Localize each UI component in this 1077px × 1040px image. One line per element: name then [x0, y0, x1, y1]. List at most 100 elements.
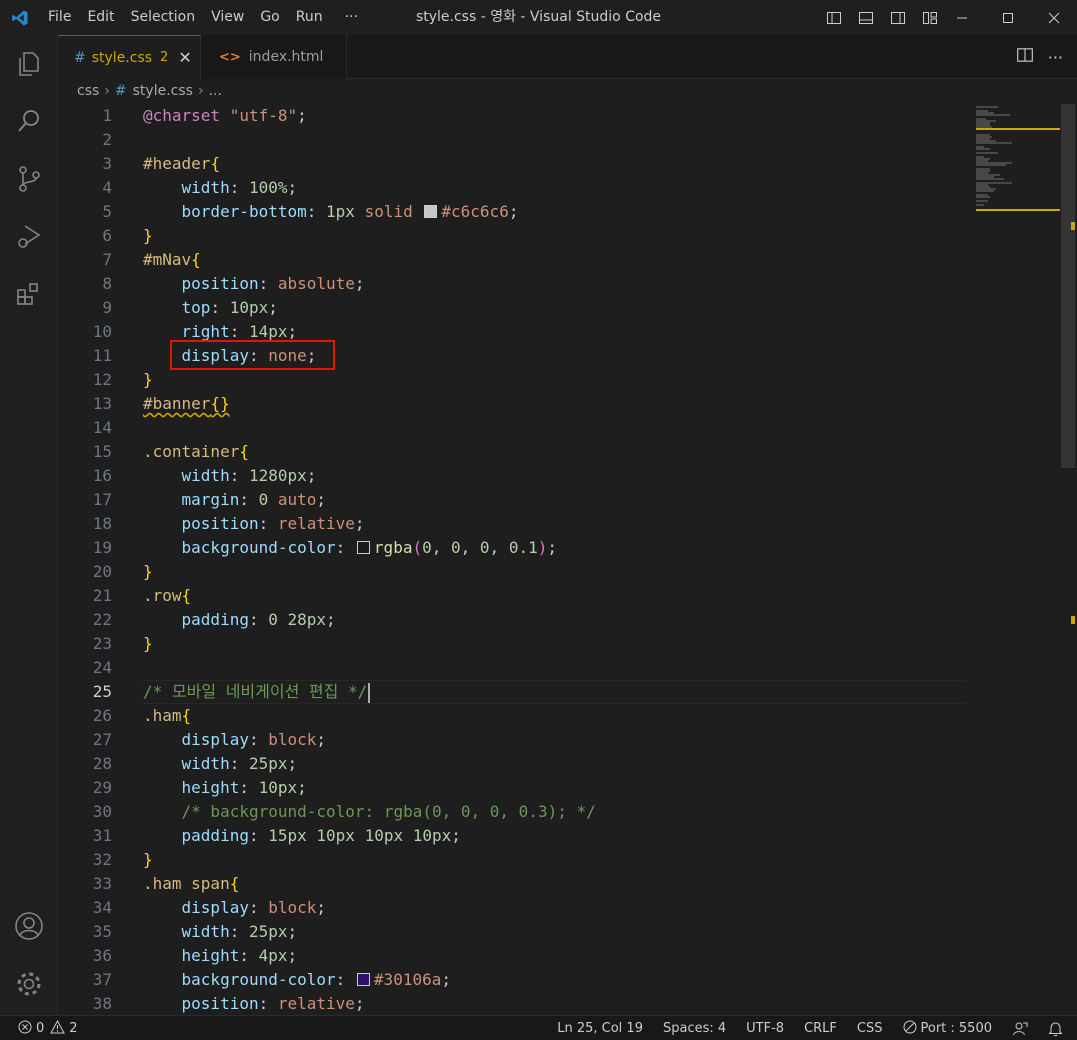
accounts-feedback-icon[interactable] — [1002, 1021, 1038, 1037]
code-line: 6} — [58, 224, 968, 248]
color-swatch[interactable] — [356, 540, 370, 554]
split-editor-icon[interactable] — [1016, 46, 1034, 68]
maximize-icon[interactable] — [985, 0, 1031, 35]
menu-run[interactable]: Run — [288, 0, 331, 35]
search-icon[interactable] — [0, 96, 58, 146]
live-server-port[interactable]: Port : 5500 — [893, 1020, 1003, 1038]
chevron-right-icon: › — [104, 83, 110, 99]
run-debug-icon[interactable] — [0, 211, 58, 261]
menu-view[interactable]: View — [203, 0, 252, 35]
menu-file[interactable]: File — [40, 0, 79, 35]
line-number: 3 — [102, 154, 112, 173]
line-number: 36 — [92, 946, 112, 965]
line-number: 32 — [92, 850, 112, 869]
code-line: 4 width: 100%; — [58, 176, 968, 200]
manage-gear-icon[interactable] — [0, 959, 58, 1009]
problems-indicator[interactable]: 0 2 — [18, 1016, 78, 1040]
code-line: 9 top: 10px; — [58, 296, 968, 320]
notifications-bell-icon[interactable] — [1038, 1021, 1077, 1037]
tab-style-css[interactable]: # style.css 2 ✕ — [58, 35, 201, 79]
code-line-current: 25 /* 모바일 네비게이션 편집 */ — [58, 680, 968, 704]
color-swatch[interactable] — [424, 204, 438, 218]
menu-more[interactable]: ··· — [331, 0, 366, 35]
activity-bar — [0, 35, 58, 1015]
accounts-icon[interactable] — [0, 901, 58, 951]
line-number: 16 — [92, 466, 112, 485]
scrollbar-thumb[interactable] — [1061, 104, 1075, 468]
line-number: 8 — [102, 274, 112, 293]
line-number: 38 — [92, 994, 112, 1013]
circle-slash-icon — [903, 1020, 917, 1038]
toggle-panel-icon[interactable] — [850, 10, 882, 26]
encoding[interactable]: UTF-8 — [736, 1021, 794, 1036]
line-number: 4 — [102, 178, 112, 197]
menu-selection[interactable]: Selection — [123, 0, 204, 35]
menu-edit[interactable]: Edit — [79, 0, 122, 35]
line-number: 33 — [92, 874, 112, 893]
line-number: 11 — [92, 346, 112, 365]
status-right: Ln 25, Col 19 Spaces: 4 UTF-8 CRLF CSS P… — [547, 1016, 1077, 1040]
chevron-right-icon: › — [197, 83, 204, 99]
code-line: 7 #mNav{ — [58, 248, 968, 272]
code-line: 14 — [58, 416, 968, 440]
line-number: 30 — [92, 802, 112, 821]
code-editor[interactable]: 1 @charset "utf-8"; 2 3 #header{ 4 width: … — [58, 104, 1077, 1015]
line-number: 20 — [92, 562, 112, 581]
code-line: 29 height: 10px; — [58, 776, 968, 800]
editor-tabs: # style.css 2 ✕ <> index.html ··· — [58, 35, 1077, 79]
line-number: 37 — [92, 970, 112, 989]
code-line: 34 display: block; — [58, 896, 968, 920]
close-window-icon[interactable] — [1031, 0, 1077, 35]
line-number: 7 — [102, 250, 112, 269]
minimap[interactable] — [970, 104, 1060, 224]
code-line: 22 padding: 0 28px; — [58, 608, 968, 632]
code-line: 31 padding: 15px 10px 10px 10px; — [58, 824, 968, 848]
code-line: 3 #header{ — [58, 152, 968, 176]
code-line: 13 #banner{} — [58, 392, 968, 416]
tab-label: style.css — [91, 49, 153, 66]
line-number: 31 — [92, 826, 112, 845]
comment-text: /* 모바일 네비게이션 편집 */ — [143, 682, 368, 701]
css-hash-icon: # — [74, 49, 86, 66]
more-actions-icon[interactable]: ··· — [1048, 48, 1063, 67]
breadcrumb-folder[interactable]: css — [77, 83, 99, 99]
code-line: 17 margin: 0 auto; — [58, 488, 968, 512]
code-line: 30 /* background-color: rgba(0, 0, 0, 0.… — [58, 800, 968, 824]
window-controls — [939, 0, 1077, 35]
extensions-icon[interactable] — [0, 269, 58, 319]
line-number: 23 — [92, 634, 112, 653]
line-number: 29 — [92, 778, 112, 797]
toggle-secondary-sidebar-icon[interactable] — [882, 10, 914, 26]
toggle-primary-sidebar-icon[interactable] — [818, 10, 850, 26]
line-number: 9 — [102, 298, 112, 317]
menu-bar: File Edit Selection View Go Run ··· — [40, 0, 366, 35]
text-cursor — [368, 682, 371, 703]
menu-go[interactable]: Go — [252, 0, 287, 35]
explorer-icon[interactable] — [0, 39, 58, 89]
minimize-icon[interactable] — [939, 0, 985, 35]
code-line: 5 border-bottom: 1px solid #c6c6c6; — [58, 200, 968, 224]
code-line: 24 — [58, 656, 968, 680]
code-line: 28 width: 25px; — [58, 752, 968, 776]
source-control-icon[interactable] — [0, 154, 58, 204]
language-mode[interactable]: CSS — [847, 1021, 893, 1036]
cursor-position[interactable]: Ln 25, Col 19 — [547, 1021, 653, 1036]
code-line: 8 position: absolute; — [58, 272, 968, 296]
breadcrumb-symbol[interactable]: ... — [209, 83, 222, 99]
color-swatch[interactable] — [356, 972, 370, 986]
code-line: 12} — [58, 368, 968, 392]
close-tab-icon[interactable]: ✕ — [178, 48, 191, 67]
code-line: 23} — [58, 632, 968, 656]
line-number: 14 — [92, 418, 112, 437]
tab-index-html[interactable]: <> index.html — [201, 35, 347, 79]
red-annotation-box — [170, 340, 335, 370]
line-number: 5 — [102, 202, 112, 221]
breadcrumb-file[interactable]: style.css — [133, 83, 193, 99]
code-line: 1 @charset "utf-8"; — [58, 104, 968, 128]
indentation[interactable]: Spaces: 4 — [653, 1021, 736, 1036]
line-ending[interactable]: CRLF — [794, 1021, 847, 1036]
line-number: 2 — [102, 130, 112, 149]
vertical-scrollbar[interactable] — [1061, 104, 1075, 1015]
code-line: 32} — [58, 848, 968, 872]
line-number: 12 — [92, 370, 112, 389]
